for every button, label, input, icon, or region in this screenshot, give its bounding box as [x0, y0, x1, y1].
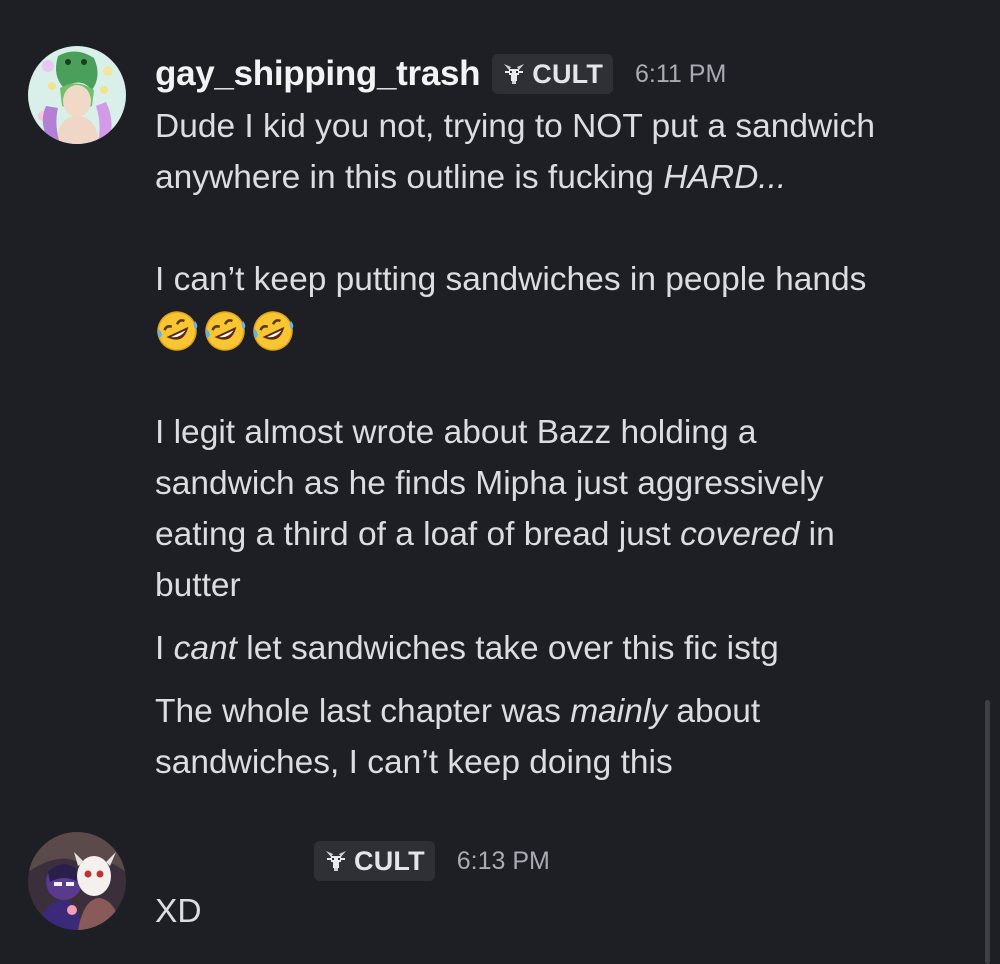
- text-line: sandwiches, I can’t keep doing this: [155, 744, 673, 781]
- message-paragraph: Dude I kid you not, trying to NOT put a …: [155, 101, 955, 203]
- avatar[interactable]: [28, 46, 126, 144]
- message-content: Dude I kid you not, trying to NOT put a …: [155, 101, 955, 788]
- text-line: XD: [155, 893, 202, 930]
- rofl-emoji-icon: [253, 310, 294, 351]
- text-line: butter: [155, 567, 241, 604]
- goat-icon: [504, 64, 525, 84]
- message-paragraph: XD: [155, 886, 955, 937]
- italic-text: covered: [680, 516, 800, 553]
- avatar-image: [28, 832, 126, 930]
- tag-label: CULT: [532, 58, 604, 89]
- goat-icon: [326, 851, 346, 871]
- scrollbar[interactable]: [985, 700, 990, 964]
- emoji-row: [155, 305, 955, 356]
- italic-text: mainly: [570, 693, 668, 730]
- italic-text: cant: [173, 630, 237, 667]
- rofl-emoji-icon: [157, 310, 198, 351]
- text-line: I: [155, 630, 174, 667]
- text-line: The whole last chapter was: [155, 693, 571, 730]
- clan-tag[interactable]: CULT: [314, 841, 435, 881]
- message-header: gay_shipping_trash CULT 6:11 PM: [155, 52, 726, 96]
- message-paragraph: I legit almost wrote about Bazz holding …: [155, 407, 955, 611]
- message-content: XD: [155, 886, 955, 937]
- avatar-image: [28, 46, 126, 144]
- message-paragraph: I cant let sandwiches take over this fic…: [155, 623, 955, 674]
- text-line: Dude I kid you not, trying to NOT put a …: [155, 108, 876, 145]
- message-paragraph: I can’t keep putting sandwiches in peopl…: [155, 254, 955, 305]
- text-line: I legit almost wrote about Bazz holding …: [155, 414, 757, 451]
- timestamp[interactable]: 6:11 PM: [635, 60, 726, 89]
- text-line: in: [799, 516, 835, 553]
- rofl-emoji-icon: [205, 310, 246, 351]
- italic-text: HARD...: [663, 159, 787, 196]
- message-header: CULT 6:13 PM: [314, 839, 550, 883]
- text-line: let sandwiches take over this fic istg: [236, 630, 779, 667]
- avatar[interactable]: [28, 832, 126, 930]
- text-line: sandwich as he finds Mipha just aggressi…: [155, 465, 824, 502]
- text-line: I can’t keep putting sandwiches in peopl…: [155, 261, 867, 298]
- message-paragraph: The whole last chapter was mainly about …: [155, 686, 955, 788]
- text-line: eating a third of a loaf of bread just: [155, 516, 681, 553]
- tag-label: CULT: [354, 845, 425, 876]
- timestamp[interactable]: 6:13 PM: [457, 847, 550, 876]
- clan-tag[interactable]: CULT: [492, 54, 614, 94]
- username[interactable]: gay_shipping_trash: [155, 54, 481, 94]
- text-line: anywhere in this outline is fucking: [155, 159, 664, 196]
- text-line: about: [667, 693, 761, 730]
- chat-view: gay_shipping_trash CULT 6:11 PM Dude I k…: [0, 0, 1000, 964]
